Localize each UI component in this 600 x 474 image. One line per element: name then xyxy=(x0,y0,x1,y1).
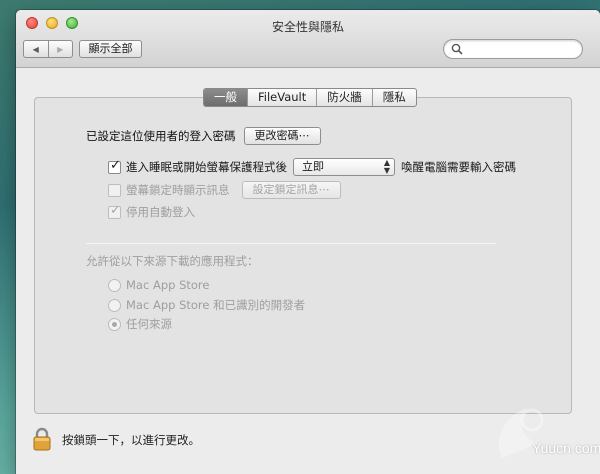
change-password-button[interactable]: 更改密碼⋯ xyxy=(243,127,321,145)
radio-selected-dot xyxy=(112,321,117,327)
disable-autologin-label: 停用自動登入 xyxy=(126,205,195,219)
tab-privacy[interactable]: 隱私 xyxy=(371,89,416,106)
password-row: 已設定這位使用者的登入密碼 更改密碼⋯ xyxy=(86,127,321,145)
lock-icon[interactable] xyxy=(32,427,52,451)
forward-button[interactable]: ▶ xyxy=(47,41,73,57)
tab-general[interactable]: 一般 xyxy=(204,89,247,106)
search-icon xyxy=(451,43,463,55)
tab-bar: 一般 FileVault 防火牆 隱私 xyxy=(203,88,417,107)
source-option-identified[interactable]: Mac App Store 和已識別的開發者 xyxy=(108,297,305,313)
downloads-heading-row: 允許從以下來源下載的應用程式： xyxy=(86,253,259,269)
watermark-text: Yuucn.com xyxy=(532,440,600,456)
search-field[interactable] xyxy=(443,39,583,59)
source-option-anywhere[interactable]: 任何來源 xyxy=(108,316,172,332)
require-password-label: 進入睡眠或開始螢幕保護程式後 xyxy=(126,160,287,174)
disable-autologin-row: ✓ 停用自動登入 xyxy=(108,204,195,220)
chevron-left-icon: ◀ xyxy=(32,44,39,54)
disable-autologin-checkbox[interactable]: ✓ xyxy=(108,202,121,219)
back-button[interactable]: ◀ xyxy=(24,41,48,57)
radio-anywhere[interactable] xyxy=(108,317,121,331)
password-status-label: 已設定這位使用者的登入密碼 xyxy=(86,129,236,143)
watermark-logo xyxy=(498,408,544,458)
require-password-delay-select[interactable]: 立即 ▲ ▼ xyxy=(293,158,395,176)
radio-app-store[interactable] xyxy=(108,278,121,292)
radio-identified-developers[interactable] xyxy=(108,298,121,312)
title-bar: 安全性與隱私 ◀ ▶ 顯示全部 xyxy=(16,10,600,68)
select-value: 立即 xyxy=(302,160,324,173)
lock-message-checkbox[interactable] xyxy=(108,183,121,197)
updown-arrows-icon: ▲ ▼ xyxy=(383,158,390,175)
source-option-app-store[interactable]: Mac App Store xyxy=(108,278,209,292)
require-password-after-label: 喚醒電腦需要輸入密碼 xyxy=(401,160,516,174)
lock-hint-text: 按鎖頭一下，以進行更改。 xyxy=(62,433,200,447)
nav-group: ◀ ▶ xyxy=(23,40,73,58)
downloads-heading: 允許從以下來源下載的應用程式： xyxy=(86,254,259,268)
radio-label: Mac App Store 和已識別的開發者 xyxy=(126,298,306,312)
window-title: 安全性與隱私 xyxy=(271,20,344,34)
show-all-button[interactable]: 顯示全部 xyxy=(79,40,142,58)
tab-filevault[interactable]: FileVault xyxy=(247,89,316,106)
section-divider xyxy=(86,243,496,244)
chevron-right-icon: ▶ xyxy=(57,44,64,54)
lock-message-label: 螢幕鎖定時顯示訊息 xyxy=(126,183,230,197)
lock-message-row: 螢幕鎖定時顯示訊息 設定鎖定訊息⋯ xyxy=(108,181,341,199)
checkmark-icon: ✓ xyxy=(110,202,121,218)
require-password-checkbox[interactable]: ✓ xyxy=(108,157,121,174)
tab-firewall[interactable]: 防火牆 xyxy=(316,89,372,106)
set-lock-message-button[interactable]: 設定鎖定訊息⋯ xyxy=(241,181,341,199)
radio-label: Mac App Store xyxy=(126,278,210,292)
require-password-row: ✓ 進入睡眠或開始螢幕保護程式後 立即 ▲ ▼ 喚醒電腦需要輸入密碼 xyxy=(108,158,516,176)
checkmark-icon: ✓ xyxy=(110,157,121,173)
radio-label: 任何來源 xyxy=(126,317,172,331)
